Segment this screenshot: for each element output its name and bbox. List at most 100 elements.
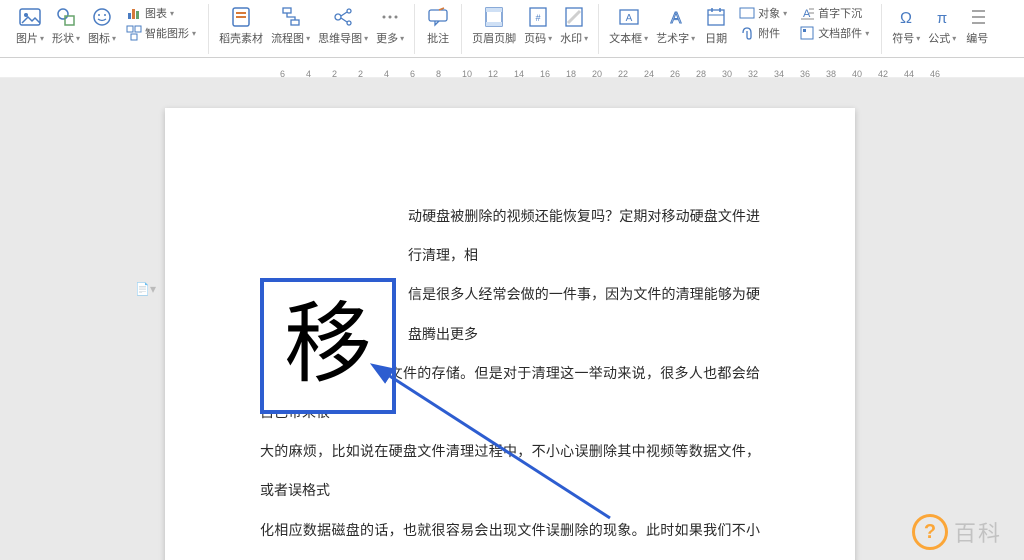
flowchart-icon — [280, 6, 302, 28]
headerfooter-label: 页眉页脚 — [472, 30, 516, 46]
wordart-button[interactable]: A 艺术字▾ — [652, 4, 699, 48]
svg-text:Ω: Ω — [900, 10, 912, 27]
svg-text:A: A — [625, 13, 632, 24]
equation-button[interactable]: π 公式▾ — [924, 4, 960, 48]
pagenum-label: 页码 — [524, 30, 546, 46]
flowchart-button[interactable]: 流程图▾ — [267, 4, 314, 48]
body-line: 动硬盘被删除的视频还能恢复吗？定期对移动硬盘文件进行清理，相 — [260, 198, 760, 276]
attach-label: 附件 — [758, 25, 780, 41]
object-button[interactable]: 对象▾ — [737, 4, 789, 22]
docer-button[interactable]: 稻壳素材 — [215, 4, 267, 48]
icons-icon — [91, 6, 113, 28]
svg-text:A: A — [670, 10, 681, 27]
watermark-button[interactable]: 水印▾ — [556, 4, 592, 48]
date-button[interactable]: 日期 — [699, 4, 733, 48]
dropcap-button[interactable]: A首字下沉 — [797, 4, 871, 22]
watermark-badge-icon: ? — [912, 514, 948, 550]
textbox-icon: A — [618, 6, 640, 28]
ribbon-group-comment: 批注 — [415, 4, 462, 54]
pagenum-button[interactable]: # 页码▾ — [520, 4, 556, 48]
numbering-label: 编号 — [966, 30, 988, 46]
watermark-text: 百科 — [954, 516, 1002, 548]
watermark-icon — [563, 6, 585, 28]
attach-button[interactable]: 附件 — [737, 24, 789, 42]
icons-label: 图标 — [88, 30, 110, 46]
chevron-down-icon: ▾ — [76, 34, 80, 43]
watermark-label: 水印 — [560, 30, 582, 46]
chevron-down-icon: ▾ — [306, 34, 310, 43]
flowchart-label: 流程图 — [271, 30, 304, 46]
shapes-label: 形状 — [52, 30, 74, 46]
body-line: 化相应数据磁盘的话，也就很容易会出现文件误删除的现象。此时如果我们不小心误删除一 — [260, 512, 760, 560]
chevron-down-icon: ▾ — [584, 34, 588, 43]
headerfooter-button[interactable]: 页眉页脚 — [468, 4, 520, 48]
brand-watermark: ? 百科 — [912, 514, 1002, 550]
picture-icon — [19, 6, 41, 28]
ribbon-group-illustrations: 图片▾ 形状▾ 图标▾ 图表▾ 智能图形▾ — [6, 4, 209, 54]
textbox-label: 文本框 — [609, 30, 642, 46]
numbering-icon — [966, 6, 988, 28]
dropcap-icon: A — [799, 5, 815, 21]
section-marker-icon: 📄▾ — [135, 282, 156, 296]
dropcap-character: 移 — [284, 302, 372, 390]
object-label: 对象 — [758, 5, 780, 21]
comment-icon — [427, 6, 449, 28]
docparts-label: 文档部件 — [818, 25, 862, 41]
chevron-down-icon: ▾ — [170, 9, 174, 18]
chevron-down-icon: ▾ — [916, 34, 920, 43]
chevron-down-icon: ▾ — [112, 34, 116, 43]
shapes-icon — [55, 6, 77, 28]
smartart-icon — [126, 25, 142, 41]
horizontal-ruler[interactable]: 6422468101214161820222426283032343638404… — [0, 58, 1024, 78]
smartart-label: 智能图形 — [145, 25, 189, 41]
more-button[interactable]: 更多▾ — [372, 4, 408, 48]
object-icon — [739, 5, 755, 21]
mindmap-icon — [332, 6, 354, 28]
date-label: 日期 — [705, 30, 727, 46]
chart-label: 图表 — [145, 5, 167, 21]
insert-shapes-button[interactable]: 形状▾ — [48, 4, 84, 48]
right-sidebar-tab[interactable] — [1008, 318, 1024, 402]
chevron-down-icon: ▾ — [644, 34, 648, 43]
chevron-down-icon: ▾ — [192, 29, 196, 38]
chart-button[interactable]: 图表▾ — [124, 4, 198, 22]
chevron-down-icon: ▾ — [952, 34, 956, 43]
body-line: 大的麻烦，比如说在硬盘文件清理过程中，不小心误删除其中视频等数据文件，或者误格式 — [260, 433, 760, 511]
chevron-down-icon: ▾ — [691, 34, 695, 43]
chevron-down-icon: ▾ — [400, 34, 404, 43]
smartart-button[interactable]: 智能图形▾ — [124, 24, 198, 42]
mindmap-label: 思维导图 — [318, 30, 362, 46]
wordart-label: 艺术字 — [656, 30, 689, 46]
docer-icon — [230, 6, 252, 28]
ribbon-group-diagrams: 稻壳素材 流程图▾ 思维导图▾ 更多▾ — [209, 4, 415, 54]
textbox-button[interactable]: A 文本框▾ — [605, 4, 652, 48]
chevron-down-icon: ▾ — [548, 34, 552, 43]
document-canvas[interactable]: 📄▾ 动硬盘被删除的视频还能恢复吗？定期对移动硬盘文件进行清理，相 信是很多人经… — [0, 78, 1024, 560]
equation-icon: π — [931, 6, 953, 28]
numbering-button[interactable]: 编号 — [960, 4, 994, 48]
comment-label: 批注 — [427, 30, 449, 46]
svg-text:A: A — [803, 8, 811, 20]
svg-text:π: π — [937, 10, 947, 27]
comment-button[interactable]: 批注 — [421, 4, 455, 48]
svg-text:#: # — [536, 13, 541, 23]
chevron-down-icon: ▾ — [783, 9, 787, 18]
mindmap-button[interactable]: 思维导图▾ — [314, 4, 372, 48]
chevron-down-icon: ▾ — [865, 29, 869, 38]
docparts-button[interactable]: 文档部件▾ — [797, 24, 871, 42]
insert-icons-button[interactable]: 图标▾ — [84, 4, 120, 48]
symbol-button[interactable]: Ω 符号▾ — [888, 4, 924, 48]
more-icon — [379, 6, 401, 28]
chart-icon — [126, 5, 142, 21]
ribbon-toolbar: 图片▾ 形状▾ 图标▾ 图表▾ 智能图形▾ 稻壳素材 流程图▾ 思维导图▾ — [0, 0, 1024, 58]
date-icon — [705, 6, 727, 28]
symbol-label: 符号 — [892, 30, 914, 46]
ribbon-group-symbols: Ω 符号▾ π 公式▾ 编号 — [882, 4, 1000, 54]
symbol-icon: Ω — [895, 6, 917, 28]
dropcap-selection-box[interactable]: 移 — [260, 278, 396, 414]
more-label: 更多 — [376, 30, 398, 46]
chevron-down-icon: ▾ — [40, 34, 44, 43]
pagenum-icon: # — [527, 6, 549, 28]
attach-icon — [739, 25, 755, 41]
insert-picture-button[interactable]: 图片▾ — [12, 4, 48, 48]
